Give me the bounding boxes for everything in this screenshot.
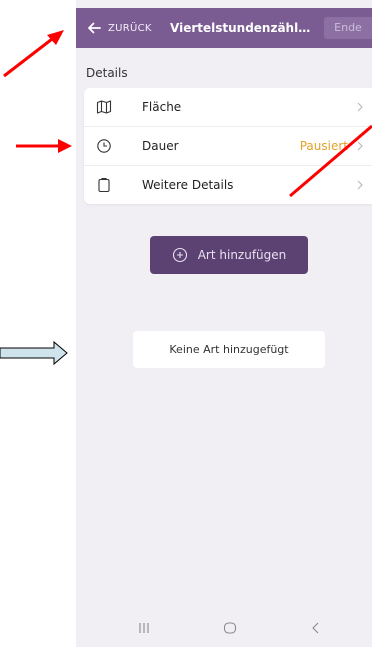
- annotation-arrow-dauer: [16, 139, 72, 153]
- annotation-arrow-empty: [0, 340, 68, 366]
- annotation-line-status: [289, 124, 372, 198]
- annotation-overlay: [0, 30, 372, 366]
- annotation-arrow-back: [3, 30, 64, 78]
